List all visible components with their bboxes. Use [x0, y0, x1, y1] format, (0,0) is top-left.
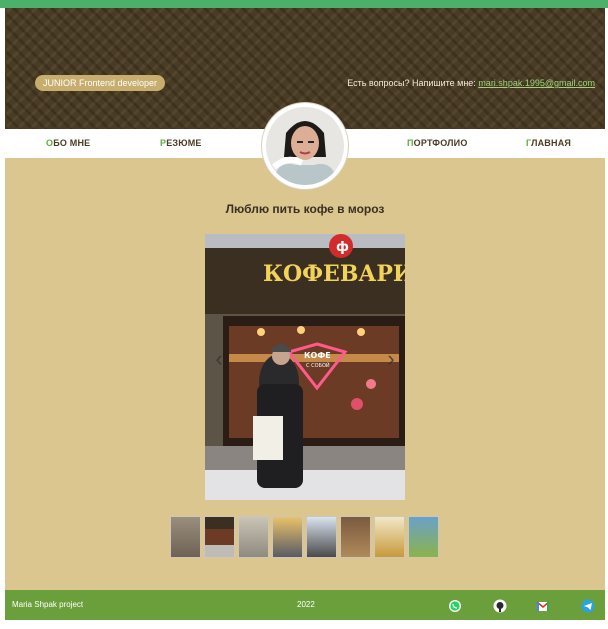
thumbnail-5[interactable]: [306, 516, 337, 558]
footer-year: 2022: [297, 600, 315, 609]
footer: Maria Shpak project 2022: [5, 590, 605, 620]
nav-item-resume[interactable]: РЕЗЮМЕ: [160, 138, 202, 149]
nav-item-home[interactable]: ГЛАВНАЯ: [526, 138, 571, 149]
thumbnail-2[interactable]: [204, 516, 235, 558]
chevron-right-icon[interactable]: ›: [383, 344, 399, 374]
thumbnail-3[interactable]: [238, 516, 269, 558]
avatar: [262, 103, 348, 189]
thumbnail-strip: [170, 516, 440, 560]
neon-sign-subtext: С СОБОЙ: [306, 362, 330, 369]
thumbnail-1[interactable]: [170, 516, 201, 558]
profile-photo: [266, 107, 344, 185]
nav-item-portfolio[interactable]: ПОРТФОЛИО: [407, 138, 468, 149]
telegram-icon[interactable]: [581, 599, 595, 613]
gmail-icon[interactable]: [536, 599, 550, 613]
email-link[interactable]: mari.shpak.1995@gmail.com: [478, 78, 595, 88]
thumbnail-7[interactable]: [374, 516, 405, 558]
page-bottom-edge: [0, 620, 608, 629]
role-badge: JUNIOR Frontend developer: [35, 75, 166, 91]
gallery-main-photo: КОФЕВАРИМ ф КОФЕ С СОБОЙ: [205, 234, 405, 500]
chevron-left-icon[interactable]: ‹: [211, 344, 227, 374]
neon-sign-text: КОФЕ: [304, 351, 331, 360]
cafe-logo: ф: [336, 240, 349, 255]
github-icon[interactable]: [493, 599, 507, 613]
footer-project-name: Maria Shpak project: [12, 600, 84, 609]
gallery-section: Люблю пить кофе в мороз КОФЕВАРИМ ф КОФЕ…: [5, 158, 605, 590]
contact-line: Есть вопросы? Напишите мне: mari.shpak.1…: [347, 77, 595, 89]
top-accent-bar: [0, 0, 608, 8]
thumbnail-6[interactable]: [340, 516, 371, 558]
gallery-caption: Люблю пить кофе в мороз: [225, 202, 385, 216]
contact-prefix: Есть вопросы? Напишите мне:: [347, 78, 479, 88]
nav-item-about[interactable]: ОБО МНЕ: [46, 138, 90, 149]
thumbnail-4[interactable]: [272, 516, 303, 558]
sign-text: КОФЕВАРИМ: [263, 261, 405, 287]
coffee-shop-photo: КОФЕВАРИМ ф КОФЕ С СОБОЙ: [205, 234, 405, 500]
thumbnail-8[interactable]: [408, 516, 439, 558]
page: JUNIOR Frontend developer Есть вопросы? …: [5, 8, 605, 620]
whatsapp-icon[interactable]: [448, 599, 462, 613]
